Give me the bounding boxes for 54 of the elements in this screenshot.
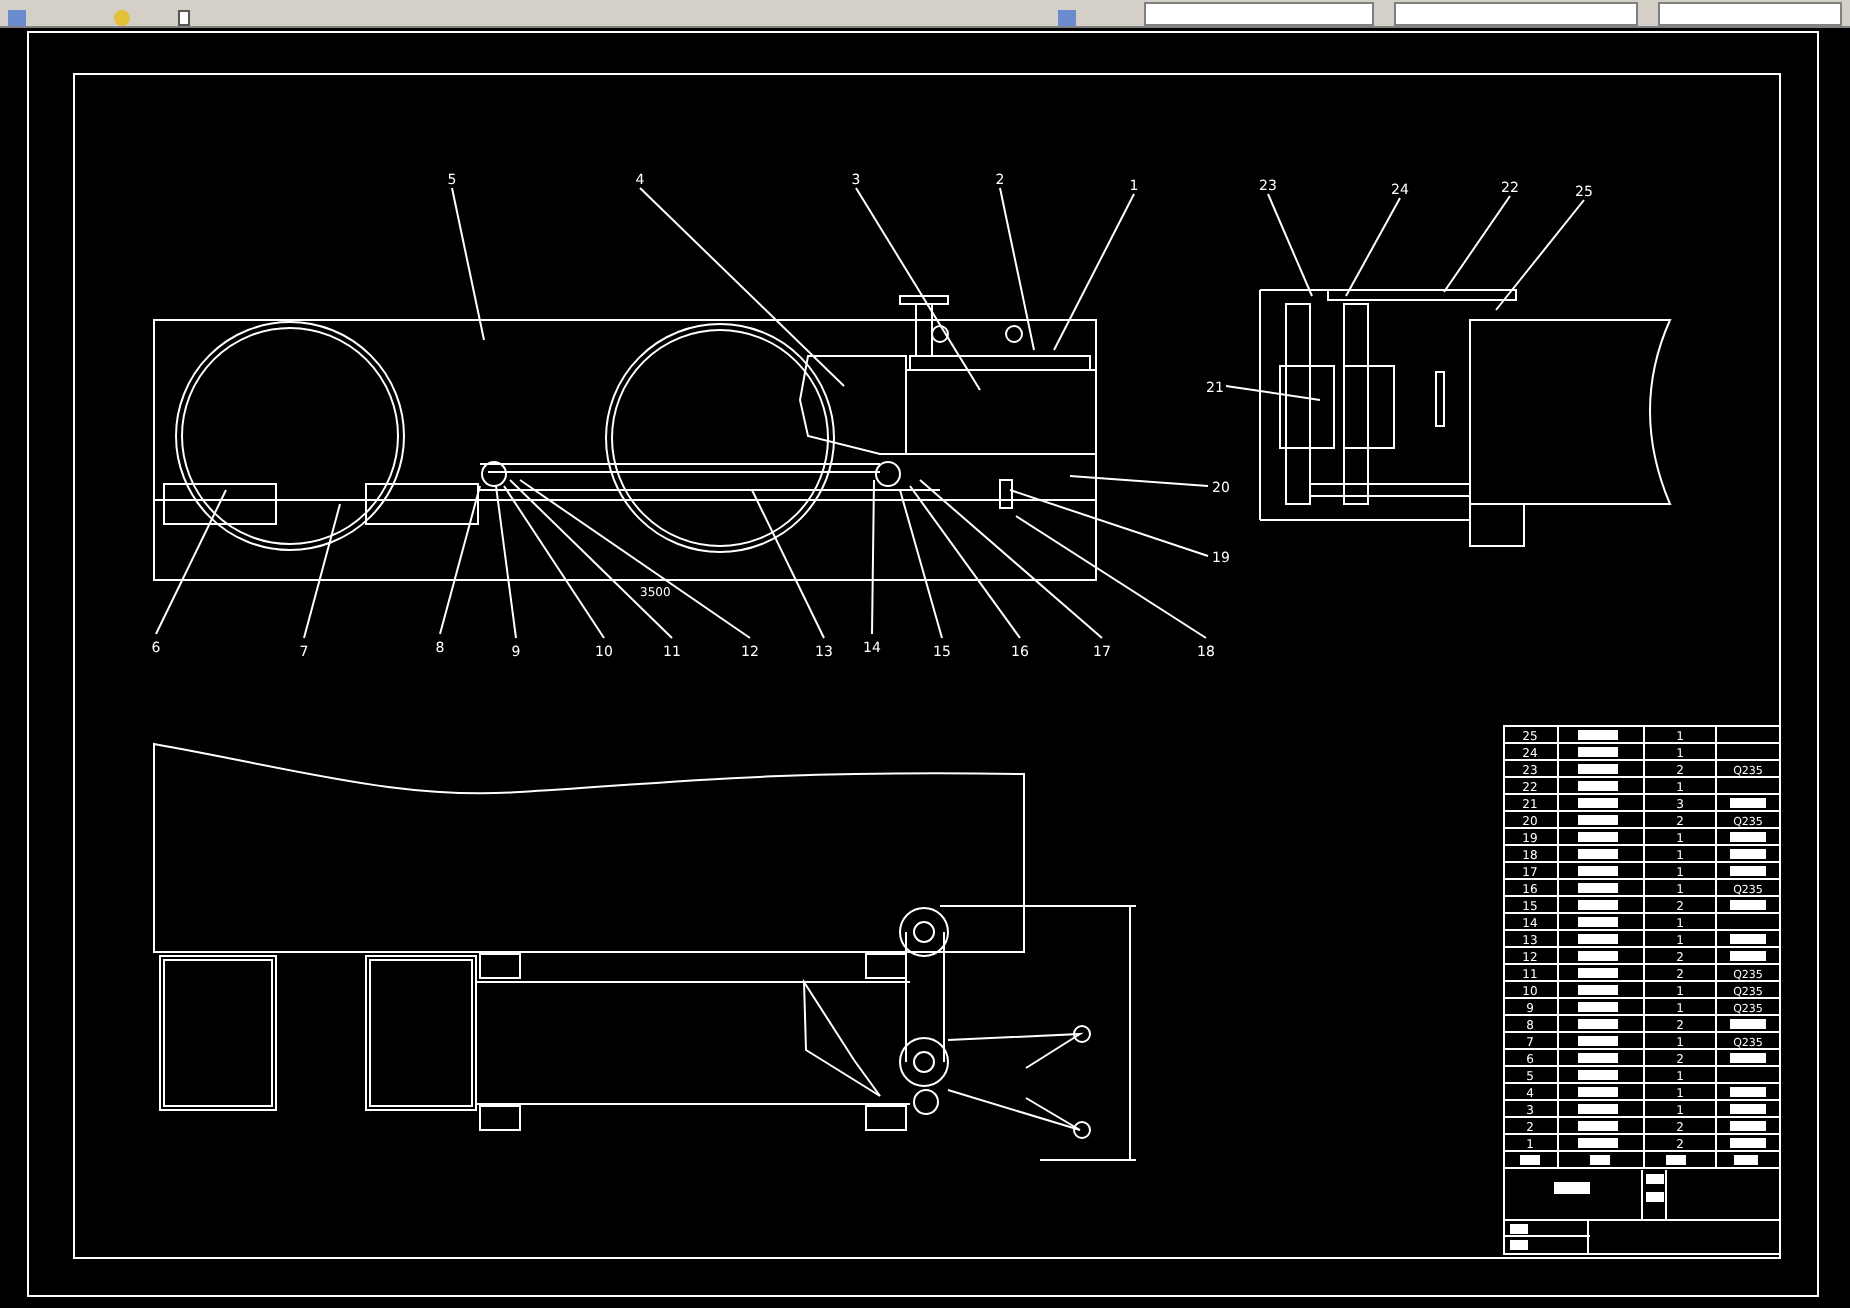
illegible-text-block [1578, 1002, 1618, 1012]
illegible-text-block [1590, 1155, 1610, 1165]
illegible-text-block [1730, 1121, 1766, 1131]
illegible-text-block [1578, 934, 1618, 944]
leader-line [1443, 195, 1511, 293]
dropdown-field[interactable] [1394, 2, 1639, 26]
illegible-text-block [1730, 798, 1766, 808]
page-icon[interactable] [177, 10, 191, 26]
leader-line [1267, 193, 1313, 297]
illegible-text-block [1578, 1121, 1618, 1131]
illegible-text-block [1730, 849, 1766, 859]
dropdown-field[interactable] [1144, 2, 1375, 26]
illegible-text-block [1730, 832, 1766, 842]
illegible-text-block [1730, 1053, 1766, 1063]
illegible-text-block [1578, 730, 1618, 740]
illegible-text-block [1730, 900, 1766, 910]
leader-line [303, 503, 341, 639]
illegible-text-block [1578, 1104, 1618, 1114]
illegible-text-block [1578, 1019, 1618, 1029]
illegible-text-block [1578, 866, 1618, 876]
illegible-text-block [1578, 747, 1618, 757]
illegible-text-block [1578, 1036, 1618, 1046]
illegible-text-block [1578, 883, 1618, 893]
illegible-text-block [1578, 849, 1618, 859]
illegible-text-block [1578, 951, 1618, 961]
illegible-text-block [1578, 764, 1618, 774]
illegible-text-block [1578, 985, 1618, 995]
illegible-text-block [1730, 1019, 1766, 1029]
illegible-text-block [1578, 832, 1618, 842]
illegible-text-block [1730, 1138, 1766, 1148]
dropdown-field[interactable] [1658, 2, 1842, 26]
layer-icon[interactable] [8, 10, 27, 26]
illegible-text-block [1520, 1155, 1540, 1165]
illegible-text-block [1578, 917, 1618, 927]
illegible-text-block [1578, 798, 1618, 808]
leader-line [1495, 199, 1585, 311]
leader-line [1345, 197, 1401, 297]
illegible-text-block [1578, 1087, 1618, 1097]
illegible-text-block [1730, 866, 1766, 876]
illegible-text-block [1578, 781, 1618, 791]
illegible-text-block [1578, 900, 1618, 910]
illegible-text-block [1578, 1138, 1618, 1148]
illegible-text-block [1730, 1087, 1766, 1097]
illegible-text-block [1578, 815, 1618, 825]
drawing-title-block [1554, 1182, 1590, 1194]
layer-icon[interactable] [1058, 10, 1077, 26]
illegible-text-block [1578, 1070, 1618, 1080]
illegible-text-block [1734, 1155, 1758, 1165]
illegible-text-block [1730, 951, 1766, 961]
leader-line [1225, 385, 1321, 401]
illegible-text-block [1730, 1104, 1766, 1114]
illegible-text-block [1578, 968, 1618, 978]
illegible-text-block [1730, 934, 1766, 944]
illegible-text-block [1578, 1053, 1618, 1063]
